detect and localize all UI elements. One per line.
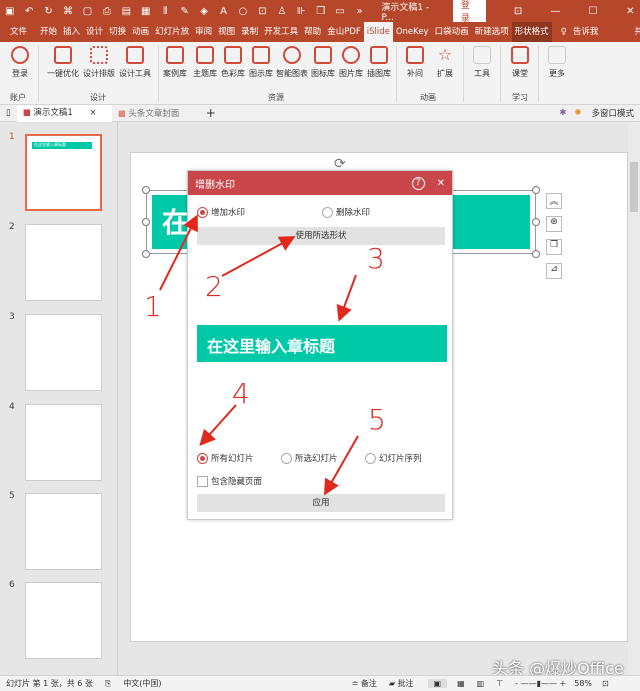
annotation-number-1: 1 (144, 290, 162, 323)
annotation-number-3: 3 (367, 242, 385, 275)
annotation-number-2: 2 (205, 270, 223, 303)
slideshow-icon[interactable]: ⊤ (496, 679, 503, 688)
annotation-number-5: 5 (368, 403, 386, 436)
status-bar: 幻灯片 第 1 张，共 6 张 ⎘ 中文(中国) ≐ 备注 ▰ 批注 ▣ ▦ ▥… (0, 675, 640, 691)
reading-view-icon[interactable]: ▥ (477, 679, 485, 688)
arrow-5 (324, 435, 359, 496)
arrow-2 (221, 236, 296, 277)
annotation-arrows (159, 214, 359, 496)
arrow-1 (159, 214, 198, 291)
zoom-level[interactable]: 58% (574, 679, 592, 688)
arrow-3 (336, 274, 357, 322)
arrow-4 (199, 404, 237, 446)
label: 备注 (360, 679, 377, 688)
notes-button[interactable]: ≐ 备注 (352, 678, 377, 689)
normal-view-icon[interactable]: ▣ (427, 679, 448, 688)
annotation-number-4: 4 (232, 377, 250, 410)
slide-info: 幻灯片 第 1 张，共 6 张 (6, 679, 93, 688)
label: 批注 (397, 679, 414, 688)
zoom-slider[interactable]: - ——▮—— + (515, 679, 566, 688)
language[interactable]: 中文(中国) (123, 678, 161, 689)
comments-button[interactable]: ▰ 批注 (389, 678, 414, 689)
fit-window-icon[interactable]: ⊡ (602, 679, 609, 688)
spellcheck-icon[interactable]: ⎘ (105, 679, 111, 689)
slide-sorter-icon[interactable]: ▦ (457, 679, 465, 688)
